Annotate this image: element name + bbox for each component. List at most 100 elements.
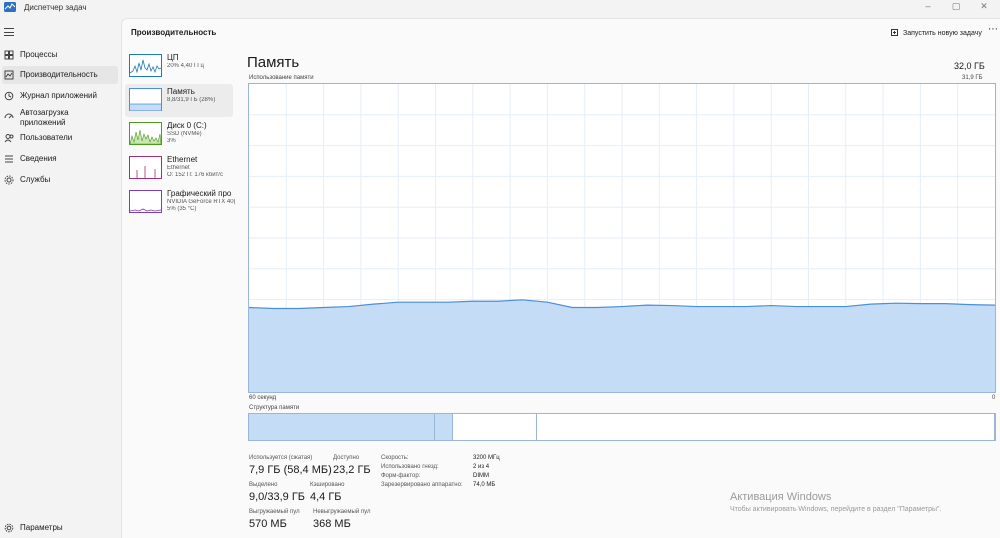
sidebar-item-performance[interactable]: Производительность — [2, 66, 118, 84]
services-icon — [4, 175, 14, 185]
resource-name: ЦП — [167, 53, 179, 62]
chart-x-left-label: 60 секунд — [249, 395, 277, 401]
disk-thumbnail-graph — [129, 122, 162, 145]
memory-structure-bar — [248, 413, 996, 441]
memory-usage-area — [249, 299, 995, 392]
sidebar: Процессы Производительность Журнал прило… — [0, 18, 121, 538]
more-options-button[interactable]: ⋯ — [988, 24, 998, 35]
task-manager-logo-icon — [4, 2, 16, 12]
memory-structure-segment-standby — [453, 414, 537, 440]
resource-name: Ethernet — [167, 155, 198, 164]
ethernet-thumbnail-graph — [129, 156, 162, 179]
sidebar-item-users[interactable]: Пользователи — [2, 129, 118, 147]
hardware-reserved-label: Зарезервировано аппаратно: — [381, 482, 463, 488]
committed-label: Выделено — [249, 482, 278, 488]
sidebar-item-label: Пользователи — [20, 133, 73, 142]
maximize-button[interactable]: ▢ — [942, 0, 970, 14]
task-manager-window: Диспетчер задач – ▢ ✕ Процессы Производи… — [0, 0, 1000, 538]
sidebar-item-processes[interactable]: Процессы — [2, 46, 118, 64]
chart-title: Использование памяти — [249, 75, 314, 81]
resource-detail: Ethernet — [167, 165, 190, 171]
memory-usage-chart — [248, 83, 996, 393]
watermark-title: Активация Windows — [730, 491, 832, 503]
main-content: Производительность Запустить новую задач… — [121, 18, 1000, 538]
memory-structure-segment-in-use — [249, 414, 435, 440]
speed-value: 3200 МГц — [473, 455, 500, 461]
memory-usage-chart-svg — [249, 84, 995, 392]
memory-structure-label: Структура памяти — [249, 405, 300, 411]
resource-detail: О: 152 П: 176 кбит/с — [167, 172, 223, 178]
resource-disk[interactable]: Диск 0 (C:) SSD (NVMe) 3% — [125, 118, 233, 151]
in-use-value: 7,9 ГБ (58,4 МБ) — [249, 464, 332, 476]
slots-used-label: Использовано гнезд: — [381, 464, 439, 470]
resource-detail: 8,8/31,9 ГБ (28%) — [167, 97, 216, 103]
processes-icon — [4, 50, 14, 60]
resource-detail: 5% (35 °C) — [167, 206, 197, 212]
title-bar: Диспетчер задач – ▢ ✕ — [0, 0, 1000, 18]
sidebar-item-details[interactable]: Сведения — [2, 150, 118, 168]
sidebar-item-startup-apps[interactable]: Автозагрузка приложений — [2, 107, 118, 129]
sidebar-item-services[interactable]: Службы — [2, 171, 118, 189]
resource-ethernet[interactable]: Ethernet Ethernet О: 152 П: 176 кбит/с — [125, 152, 233, 185]
memory-structure-segment-modified — [434, 414, 454, 440]
sidebar-item-label: Производительность — [20, 70, 98, 79]
sidebar-item-label: Службы — [20, 175, 51, 184]
sidebar-item-label: Журнал приложений — [20, 91, 97, 100]
nonpaged-pool-label: Невыгружаемый пул — [313, 509, 371, 515]
sidebar-item-app-history[interactable]: Журнал приложений — [2, 87, 118, 105]
sidebar-item-label: Автозагрузка приложений — [20, 108, 69, 127]
form-factor-label: Форм-фактор: — [381, 473, 421, 479]
chart-x-right-label: 0 — [992, 395, 996, 401]
resource-detail: NVIDIA GeForce RTX 40( — [167, 199, 235, 205]
hardware-reserved-value: 74,0 МБ — [473, 482, 496, 488]
resource-gpu[interactable]: Графический про NVIDIA GeForce RTX 40( 5… — [125, 186, 235, 219]
resource-cpu[interactable]: ЦП 20% 4,40 ГГц — [125, 50, 233, 83]
sidebar-item-label: Сведения — [20, 154, 57, 163]
form-factor-value: DIMM — [473, 473, 489, 479]
available-value: 23,2 ГБ — [333, 464, 371, 476]
new-task-button[interactable]: Запустить новую задачу — [891, 27, 982, 39]
settings-label: Параметры — [20, 523, 63, 532]
in-use-label: Используется (сжатая) — [249, 455, 313, 461]
startup-apps-icon — [4, 113, 14, 123]
resource-name: Графический про — [167, 189, 232, 198]
resource-detail: 3% — [167, 138, 176, 144]
resource-detail: SSD (NVMe) — [167, 131, 202, 137]
detail-title: Память — [247, 54, 300, 71]
resource-detail: 20% 4,40 ГГц — [167, 63, 204, 69]
close-button[interactable]: ✕ — [970, 0, 998, 14]
paged-pool-value: 570 МБ — [249, 518, 287, 530]
hamburger-menu-icon[interactable] — [4, 28, 14, 36]
minimize-button[interactable]: – — [914, 0, 942, 14]
gpu-thumbnail-graph — [129, 190, 162, 213]
gear-icon — [4, 523, 14, 533]
watermark-subtitle: Чтобы активировать Windows, перейдите в … — [730, 506, 942, 513]
new-task-icon — [891, 29, 898, 36]
users-icon — [4, 133, 14, 143]
sidebar-item-label: Процессы — [20, 50, 58, 59]
slots-used-value: 2 из 4 — [473, 464, 490, 470]
resource-name: Диск 0 (C:) — [167, 121, 207, 130]
available-label: Доступно — [333, 455, 360, 461]
performance-icon — [4, 70, 14, 80]
sidebar-item-settings[interactable]: Параметры — [2, 519, 118, 537]
details-icon — [4, 154, 14, 164]
paged-pool-label: Выгружаемый пул — [249, 509, 300, 515]
cpu-thumbnail-graph — [129, 54, 162, 77]
memory-total: 32,0 ГБ — [954, 61, 985, 71]
resource-name: Память — [167, 87, 195, 96]
resource-memory[interactable]: Память 8,8/31,9 ГБ (28%) — [125, 84, 233, 117]
resource-list: ЦП 20% 4,40 ГГц Память 8,8/31,9 ГБ (28%)… — [125, 50, 235, 220]
activation-watermark: Активация Windows Чтобы активировать Win… — [730, 491, 941, 513]
memory-thumbnail-graph — [129, 88, 162, 111]
memory-structure-segment-free — [536, 414, 995, 440]
app-history-icon — [4, 91, 14, 101]
speed-label: Скорость: — [381, 455, 409, 461]
page-title: Производительность — [131, 28, 217, 37]
new-task-label: Запустить новую задачу — [903, 29, 982, 37]
cached-label: Кэшировано — [310, 482, 345, 488]
committed-value: 9,0/33,9 ГБ — [249, 491, 305, 503]
cached-value: 4,4 ГБ — [310, 491, 342, 503]
chart-y-max-label: 31,9 ГБ — [962, 75, 983, 81]
nonpaged-pool-value: 368 МБ — [313, 518, 351, 530]
